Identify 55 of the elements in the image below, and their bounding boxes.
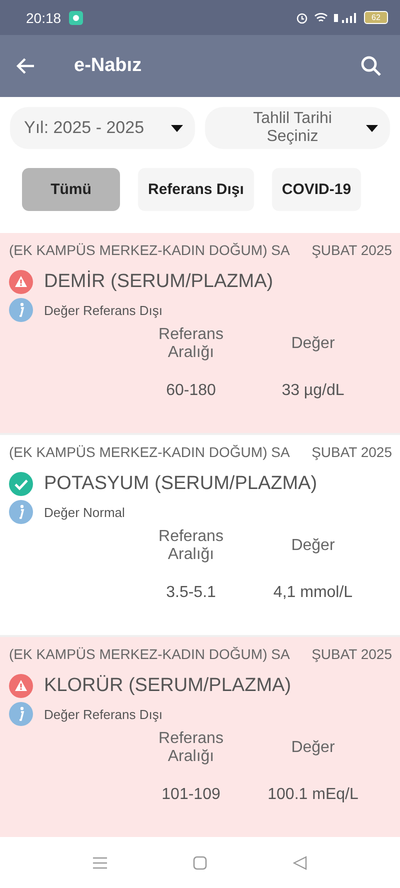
menu-button[interactable] — [91, 854, 109, 870]
search-icon — [360, 55, 382, 77]
column-header: Değer — [290, 739, 336, 757]
test-date: ŞUBAT 2025 — [312, 242, 392, 258]
test-name: POTASYUM (SERUM/PLAZMA) — [44, 473, 318, 495]
reference-range: 3.5-5.1 — [166, 584, 216, 602]
test-date: ŞUBAT 2025 — [312, 646, 392, 662]
result-card[interactable]: (EK KAMPÜS MERKEZ-KADIN DOĞUM) SA ŞUBAT 2025 DEMİR (SERUM/PLAZMA) Değer Referans Dışı Referans Aralığı Değer 60-180 33 µg/dL — [0, 233, 400, 433]
info-icon — [9, 500, 33, 524]
app-title: e-Nabız — [74, 55, 142, 77]
test-name: DEMİR (SERUM/PLAZMA) — [44, 271, 274, 293]
back-nav-button[interactable] — [291, 854, 309, 872]
filter-tab[interactable]: Referans Dışı — [138, 168, 254, 211]
status-note: Değer Normal — [44, 504, 125, 520]
reference-range: 60-180 — [166, 382, 216, 400]
column-header: Referans Aralığı — [158, 326, 224, 362]
result-value: 33 µg/dL — [282, 382, 344, 400]
alarm-icon — [296, 12, 308, 24]
column-header: Değer — [290, 537, 336, 555]
warning-icon — [9, 674, 33, 698]
battery-icon: 62 — [364, 11, 388, 24]
home-button[interactable] — [191, 854, 209, 872]
signal-icon — [334, 12, 358, 24]
column-header: Değer — [290, 335, 336, 353]
result-value: 4,1 mmol/L — [273, 584, 353, 602]
wifi-icon — [314, 12, 328, 24]
caret-icon — [366, 124, 378, 132]
clock-time: 20:18 — [26, 10, 62, 26]
column-header: Referans Aralığı — [158, 528, 224, 564]
info-icon — [9, 702, 33, 726]
menu-icon — [93, 856, 107, 868]
back-arrow-icon — [16, 56, 36, 76]
hospital-name: (EK KAMPÜS MERKEZ-KADIN DOĞUM) SA — [9, 242, 290, 258]
hospital-name: (EK KAMPÜS MERKEZ-KADIN DOĞUM) SA — [9, 646, 290, 662]
dropdown[interactable]: Yıl: 2025 - 2025 — [10, 107, 195, 149]
result-card[interactable]: (EK KAMPÜS MERKEZ-KADIN DOĞUM) SA ŞUBAT 2025 KLORÜR (SERUM/PLAZMA) Değer Referans Dışı Referans Aralığı Değer 101-109 100.1 mEq/L — [0, 637, 400, 837]
status-note: Değer Referans Dışı — [44, 302, 162, 318]
dropdown[interactable]: Tahlil Tarihi Seçiniz — [205, 107, 390, 149]
triangle-icon — [293, 856, 307, 870]
reference-range: 101-109 — [162, 786, 220, 804]
filter-tab[interactable]: COVID-19 — [272, 168, 362, 211]
chat-app-icon — [69, 10, 84, 24]
info-icon — [9, 298, 33, 322]
column-header: Referans Aralığı — [158, 730, 224, 766]
test-name: KLORÜR (SERUM/PLAZMA) — [44, 675, 292, 697]
filter-tab[interactable]: Tümü — [22, 168, 120, 211]
test-date: ŞUBAT 2025 — [312, 444, 392, 460]
square-icon — [193, 856, 207, 870]
status-note: Değer Referans Dışı — [44, 706, 162, 722]
check-icon — [9, 472, 33, 496]
caret-icon — [171, 124, 183, 132]
warning-icon — [9, 270, 33, 294]
result-card[interactable]: (EK KAMPÜS MERKEZ-KADIN DOĞUM) SA ŞUBAT 2025 POTASYUM (SERUM/PLAZMA) Değer Normal Referans Aralığı Değer 3.5-5.1 4,1 mmol/L — [0, 435, 400, 635]
hospital-name: (EK KAMPÜS MERKEZ-KADIN DOĞUM) SA — [9, 444, 290, 460]
result-value: 100.1 mEq/L — [268, 786, 358, 804]
